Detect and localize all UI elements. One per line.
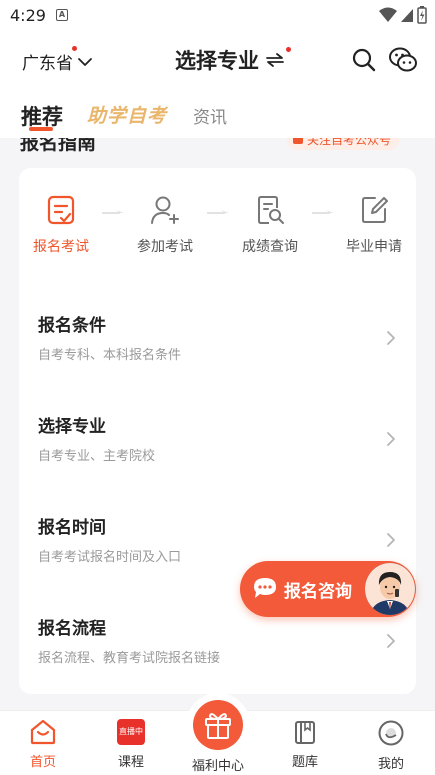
battery-icon xyxy=(417,6,427,24)
tab-zhuxue[interactable]: 助学自考 xyxy=(87,101,167,128)
nav-mine[interactable]: 我的 xyxy=(361,719,421,772)
step-take-exam[interactable]: 参加考试 xyxy=(123,194,207,256)
title-notify-dot xyxy=(286,47,291,52)
nav-label: 课程 xyxy=(117,755,144,770)
home-icon xyxy=(30,719,56,745)
chat-bubble-icon xyxy=(254,578,276,598)
user-add-icon xyxy=(151,196,179,224)
section-header: 报名指南 关注自考公众号 xyxy=(0,138,435,166)
row-title: 报名条件 xyxy=(38,316,106,336)
step-label: 报名考试 xyxy=(33,239,89,255)
wifi-icon xyxy=(379,7,397,22)
chevron-right-icon xyxy=(387,432,395,446)
tab-news[interactable]: 资讯 xyxy=(193,103,227,128)
gift-icon xyxy=(205,713,231,739)
province-selector[interactable]: 广东省 xyxy=(22,46,93,74)
step-score-query[interactable]: 成绩查询 xyxy=(228,194,312,256)
major-selector[interactable]: 选择专业 xyxy=(175,45,291,75)
advisor-avatar-icon xyxy=(365,563,415,615)
consult-button[interactable]: 报名咨询 xyxy=(240,561,416,617)
consult-label: 报名咨询 xyxy=(284,582,352,602)
chevron-right-icon xyxy=(387,533,395,547)
nav-welfare-button[interactable] xyxy=(186,693,250,757)
province-label: 广东省 xyxy=(22,54,73,74)
page-title: 选择专业 xyxy=(175,49,259,73)
advisor-avatar xyxy=(365,563,415,615)
step-label: 参加考试 xyxy=(137,239,193,255)
row-subtitle: 自考考试报名时间及入口 xyxy=(38,550,182,565)
book-icon xyxy=(295,721,315,744)
arrow-right-icon xyxy=(102,210,124,214)
register-icon xyxy=(47,195,75,225)
gift-button-bg xyxy=(193,700,243,750)
row-subtitle: 报名流程、教育考试院报名链接 xyxy=(38,651,221,666)
row-title: 报名流程 xyxy=(38,619,106,639)
swap-icon xyxy=(266,53,284,67)
nav-questions[interactable]: 题库 xyxy=(275,719,335,770)
status-time: 4:29 xyxy=(10,6,46,25)
tab-active-indicator xyxy=(29,127,53,131)
chevron-down-icon xyxy=(78,57,92,66)
top-tabs: 推荐 助学自考 资讯 xyxy=(0,90,435,138)
live-badge-icon: 直播中 xyxy=(117,719,145,745)
nav-label: 题库 xyxy=(291,755,318,770)
row-subtitle: 自考专科、本科报名条件 xyxy=(38,348,182,363)
official-account-icon xyxy=(293,138,303,144)
section-title: 报名指南 xyxy=(20,138,97,154)
row-title: 选择专业 xyxy=(38,417,106,437)
list-item-choose-major[interactable]: 选择专业 自考专业、主考院校 xyxy=(19,412,416,512)
nav-label: 我的 xyxy=(377,757,404,772)
step-graduation-apply[interactable]: 毕业申请 xyxy=(332,194,416,256)
nav-welfare-label[interactable]: 福利中心 xyxy=(188,755,248,774)
signal-icon xyxy=(401,9,413,22)
follow-official-account-button[interactable]: 关注自考公众号 xyxy=(287,138,400,150)
arrow-right-icon xyxy=(207,210,229,214)
header-bar: 广东省 选择专业 xyxy=(0,32,435,90)
step-register-exam[interactable]: 报名考试 xyxy=(19,194,103,256)
chevron-right-icon xyxy=(387,331,395,345)
edit-icon xyxy=(362,197,388,223)
chevron-right-icon xyxy=(387,634,395,648)
search-icon[interactable] xyxy=(351,47,377,73)
nav-home[interactable]: 首页 xyxy=(13,719,73,770)
step-label: 成绩查询 xyxy=(242,239,298,255)
notification-a-icon: A xyxy=(56,9,68,21)
status-icons xyxy=(379,6,427,24)
nav-courses[interactable]: 直播中 课程 xyxy=(101,719,161,770)
score-search-icon xyxy=(258,196,284,224)
follow-label: 关注自考公众号 xyxy=(307,138,392,147)
row-title: 报名时间 xyxy=(38,518,106,538)
status-bar: 4:29 A xyxy=(0,0,435,32)
arrow-right-icon xyxy=(312,210,334,214)
row-subtitle: 自考专业、主考院校 xyxy=(38,449,156,464)
step-label: 毕业申请 xyxy=(346,239,402,255)
nav-label: 首页 xyxy=(29,755,56,770)
process-steps: 报名考试 参加考试 成绩查询 毕业申请 xyxy=(19,194,416,274)
live-badge: 直播中 xyxy=(119,727,143,736)
wechat-icon[interactable] xyxy=(388,46,418,74)
list-item-register-conditions[interactable]: 报名条件 自考专科、本科报名条件 xyxy=(19,311,416,411)
profile-icon xyxy=(378,720,404,746)
province-notify-dot xyxy=(72,46,77,51)
